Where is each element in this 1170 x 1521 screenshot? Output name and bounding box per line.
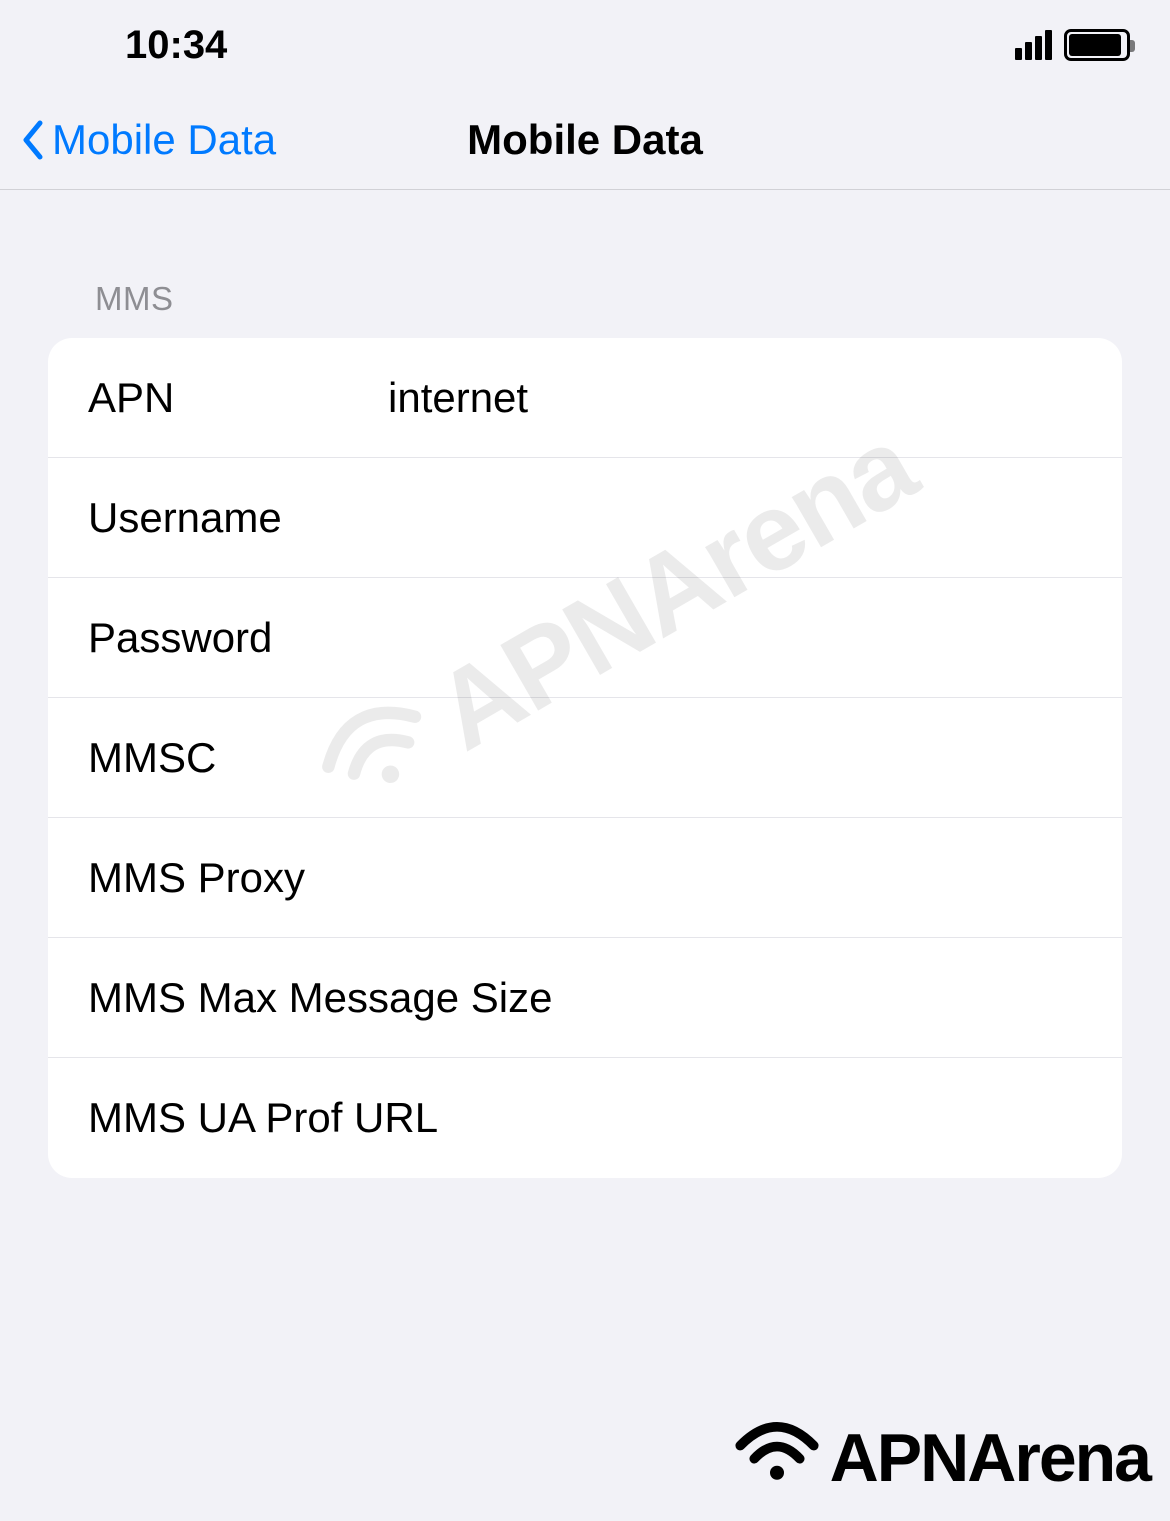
apn-input[interactable] <box>388 374 1082 422</box>
footer-logo: APNArena <box>732 1415 1150 1501</box>
chevron-left-icon <box>20 119 44 161</box>
battery-icon <box>1064 29 1130 61</box>
row-password[interactable]: Password <box>48 578 1122 698</box>
username-input[interactable] <box>388 494 1082 542</box>
cellular-signal-icon <box>1015 30 1052 60</box>
status-time: 10:34 <box>125 23 227 68</box>
settings-group-mms: APN Username Password MMSC MMS Proxy MMS… <box>48 338 1122 1178</box>
status-indicators <box>1015 29 1130 61</box>
row-mms-max-message-size[interactable]: MMS Max Message Size <box>48 938 1122 1058</box>
mms-proxy-input[interactable] <box>388 854 1082 902</box>
nav-header: Mobile Data Mobile Data <box>0 90 1170 190</box>
footer-logo-text: APNArena <box>830 1419 1150 1497</box>
row-label-password: Password <box>88 614 388 662</box>
content: MMS APN Username Password MMSC MMS Proxy… <box>0 190 1170 1178</box>
wifi-icon <box>732 1415 822 1501</box>
section-header-mms: MMS <box>0 190 1170 338</box>
row-mms-proxy[interactable]: MMS Proxy <box>48 818 1122 938</box>
row-label-mms-ua-prof-url: MMS UA Prof URL <box>88 1094 1082 1142</box>
mmsc-input[interactable] <box>388 734 1082 782</box>
password-input[interactable] <box>388 614 1082 662</box>
back-label: Mobile Data <box>52 116 276 164</box>
row-label-mmsc: MMSC <box>88 734 388 782</box>
row-label-apn: APN <box>88 374 388 422</box>
row-mmsc[interactable]: MMSC <box>48 698 1122 818</box>
status-bar: 10:34 <box>0 0 1170 90</box>
row-username[interactable]: Username <box>48 458 1122 578</box>
row-label-mms-proxy: MMS Proxy <box>88 854 388 902</box>
row-label-mms-max-message-size: MMS Max Message Size <box>88 974 1082 1022</box>
row-apn[interactable]: APN <box>48 338 1122 458</box>
row-mms-ua-prof-url[interactable]: MMS UA Prof URL <box>48 1058 1122 1178</box>
back-button[interactable]: Mobile Data <box>20 116 276 164</box>
row-label-username: Username <box>88 494 388 542</box>
